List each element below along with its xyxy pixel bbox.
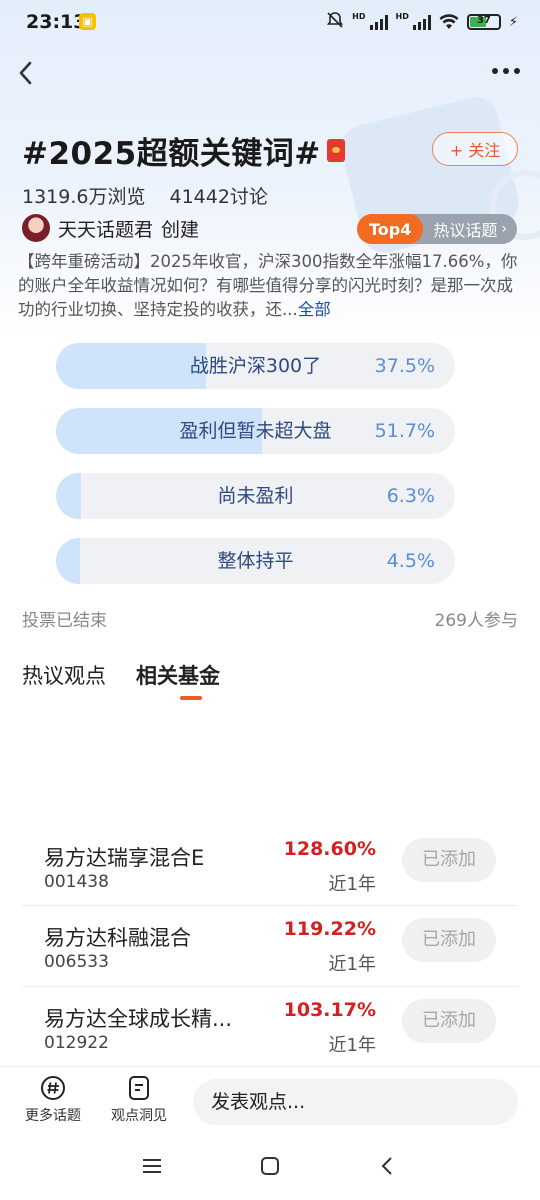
status-bar: 23:13 ▣ HD HD 37 ⚡ [26,11,518,34]
notification-icon: ▣ [79,13,96,30]
poll-option-percent: 51.7% [374,420,435,442]
home-icon[interactable] [260,1156,280,1176]
poll-option: 整体持平 4.5% [56,538,455,584]
fund-row[interactable]: 易方达科融混合 006533 119.22% 近1年 已添加 [22,908,518,988]
topic-title: #2025超额关键词# [22,136,321,172]
status-time: 23:13 [26,11,87,33]
back-nav-icon[interactable] [378,1156,398,1176]
battery-icon: 37 [466,14,501,30]
more-topics-label: 更多话题 [25,1108,81,1124]
poll-option: 尚未盈利 6.3% [56,473,455,519]
fund-period: 近1年 [328,954,376,975]
poll-option: 盈利但暂未超大盘 51.7% [56,408,455,454]
follow-button[interactable]: + 关注 [432,132,518,166]
document-icon [129,1076,149,1100]
fund-code: 001438 [44,872,109,892]
fund-return: 128.60% [283,838,376,860]
fund-return: 119.22% [283,918,376,940]
mute-bell-icon [326,11,344,34]
added-button[interactable]: 已添加 [402,999,496,1043]
signal-icon-2 [412,14,431,30]
signal-icon [369,14,388,30]
fund-return: 103.17% [283,999,376,1021]
discussion-count: 41442讨论 [169,186,268,208]
more-topics-button[interactable]: 更多话题 [18,1075,88,1125]
charging-icon: ⚡ [508,14,518,30]
fund-row[interactable]: 易方达瑞享混合E 001438 128.60% 近1年 已添加 [22,828,518,908]
wifi-icon [439,14,459,29]
insights-label: 观点洞见 [111,1108,167,1124]
divider [22,905,518,906]
more-options-icon[interactable] [492,68,520,74]
hot-topic-rank-badge[interactable]: Top4 热议话题 › [357,214,517,244]
hashtag-icon [41,1076,65,1100]
topic-description: 【跨年重磅活动】2025年收官，沪深300指数全年涨幅17.66%，你的账户全年… [18,252,518,319]
red-packet-icon[interactable] [327,139,345,162]
bottom-action-bar: 更多话题 观点洞见 发表观点... [0,1066,540,1132]
tab-related-funds[interactable]: 相关基金 [136,660,220,690]
poll-participants: 269人参与 [434,611,518,631]
poll-status: 投票已结束 [22,611,107,631]
fund-period: 近1年 [328,874,376,895]
avatar[interactable] [22,214,50,242]
fund-row[interactable]: 易方达全球成长精... 012922 103.17% 近1年 已添加 [22,989,518,1069]
fund-name[interactable]: 易方达全球成长精... [44,1003,232,1033]
fund-period: 近1年 [328,1035,376,1056]
creator-info[interactable]: 天天话题君 创建 [22,214,199,242]
creator-name[interactable]: 天天话题君 [58,215,153,242]
poll-option-percent: 4.5% [386,550,435,572]
back-icon[interactable] [14,58,38,88]
rank-category: 热议话题 [433,221,498,240]
views-count: 1319.6万浏览 [22,186,146,208]
added-button[interactable]: 已添加 [402,918,496,962]
active-tab-indicator [180,696,202,700]
comment-input[interactable]: 发表观点... [193,1079,518,1125]
fund-code: 012922 [44,1033,109,1053]
poll-option: 战胜沪深300了 37.5% [56,343,455,389]
poll-footer: 投票已结束 269人参与 [22,606,518,631]
insights-button[interactable]: 观点洞见 [104,1075,174,1125]
fund-code: 006533 [44,952,109,972]
poll-option-percent: 37.5% [374,355,435,377]
topic-stats: 1319.6万浏览 41442讨论 [22,182,268,209]
divider [22,986,518,987]
chevron-right-icon: › [501,221,507,237]
creator-suffix: 创建 [161,218,200,241]
rank-label: Top4 [357,214,424,244]
fund-name[interactable]: 易方达瑞享混合E [44,842,204,872]
expand-all-link[interactable]: 全部 [298,300,331,319]
system-navigation-bar [0,1140,540,1200]
content-tabs: 热议观点 相关基金 [22,660,220,690]
poll-option-percent: 6.3% [386,485,435,507]
tab-hot-opinions[interactable]: 热议观点 [22,660,106,690]
added-button[interactable]: 已添加 [402,838,496,882]
fund-name[interactable]: 易方达科融混合 [44,922,191,952]
menu-icon[interactable] [142,1156,162,1176]
